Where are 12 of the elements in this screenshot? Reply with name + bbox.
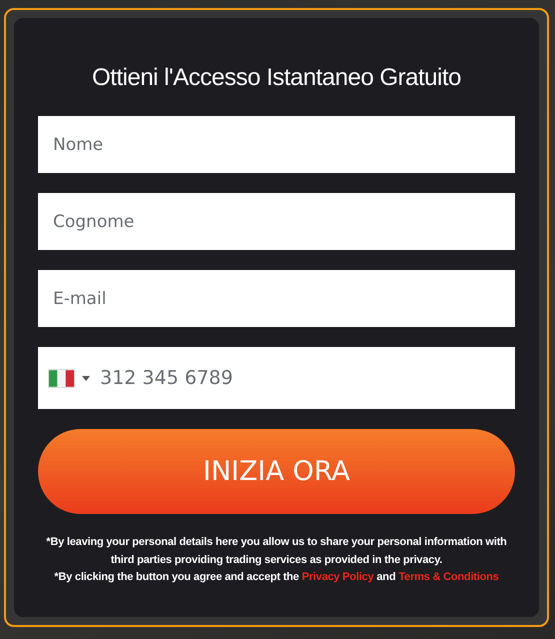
text-field[interactable]: Cognome (38, 193, 515, 250)
legal-link[interactable]: Privacy Policy (302, 571, 374, 583)
disclaimer-text: *By leaving your personal details here you allow us to share your personal information with third parties providing trading services as provided in the privacy. (45, 535, 508, 568)
text-field[interactable]: Nome (38, 116, 515, 173)
consent-text: *By clicking the button you agree and accept the Privacy Policy and Terms & Conditions (53, 570, 500, 585)
legal-link[interactable]: Terms & Conditions (398, 571, 499, 583)
caret-icon[interactable] (82, 376, 90, 380)
start-button[interactable]: INIZIA ORA (38, 429, 515, 514)
phone-field[interactable]: 312 345 6789 (38, 347, 515, 409)
text-field[interactable]: E-mail (38, 270, 515, 327)
form-title: Ottieni l'Accesso Istantaneo Gratuito (91, 63, 462, 93)
flag-icon[interactable] (48, 368, 75, 388)
